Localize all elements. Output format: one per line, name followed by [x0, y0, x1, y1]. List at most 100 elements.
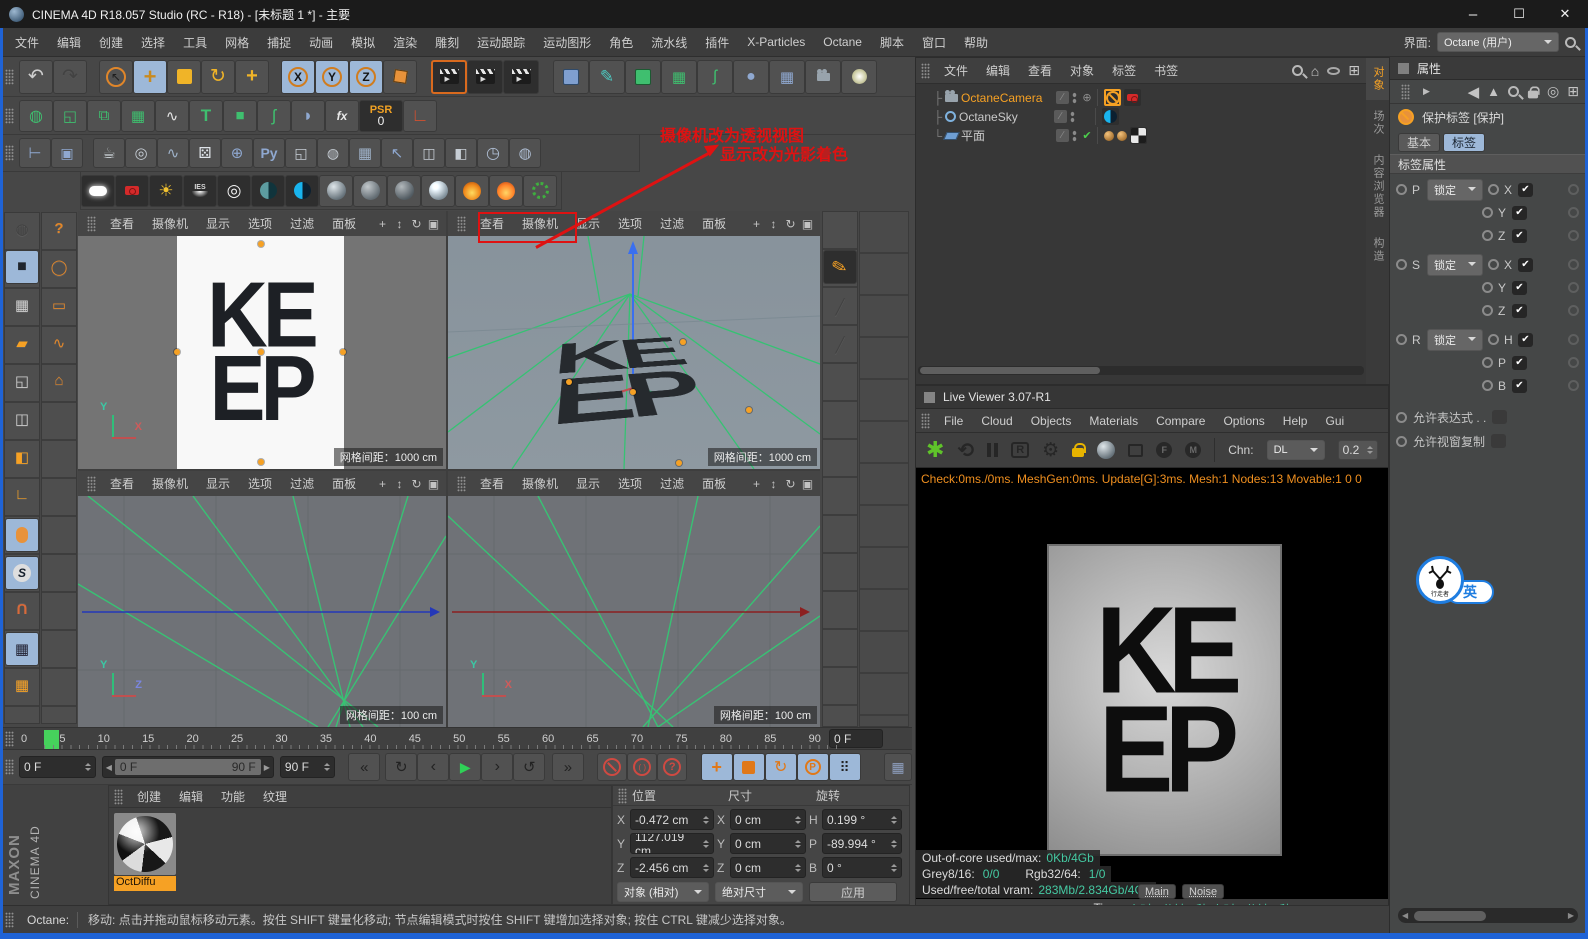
viewport-menu-item[interactable]: 显示 — [567, 475, 609, 492]
material-tag[interactable] — [1104, 130, 1114, 141]
clock-button[interactable]: ◷ — [477, 138, 509, 168]
apply-button[interactable]: 应用 — [809, 882, 897, 902]
globe-icon[interactable]: ◍ — [5, 220, 39, 238]
attr-hscrollbar[interactable]: ◀ ▶ — [1398, 908, 1578, 923]
object-row-octanecamera[interactable]: ├ OctaneCamera ∕ ⊕ — [916, 88, 1388, 107]
viewport-menu-item[interactable]: 摄像机 — [513, 475, 567, 492]
end-frame-field[interactable]: 90 F — [279, 756, 335, 778]
cluster-button[interactable]: ◍ — [317, 138, 349, 168]
viewport-right-view[interactable]: 查看摄像机显示选项过滤面板 + ↕ ↻ ▣ 右视图 — [78, 471, 446, 727]
view-rotate-icon[interactable]: ↻ — [408, 217, 425, 231]
scroll-thumb[interactable] — [1414, 910, 1486, 921]
cup-preset-button[interactable]: ☕ — [93, 138, 125, 168]
region-render-button[interactable]: R — [1011, 442, 1030, 458]
polygons-mode-icon[interactable]: ◧ — [5, 448, 39, 466]
add-layer-icon[interactable]: ⊞ — [1348, 62, 1360, 79]
rectangle-selection-icon[interactable]: ▭ — [42, 296, 76, 314]
visibility-dots[interactable] — [1070, 110, 1075, 123]
view-rotate-icon[interactable]: ↻ — [782, 217, 799, 231]
menu-item[interactable]: 选择 — [132, 34, 174, 51]
viewport-front-view[interactable]: 查看摄像机显示选项过滤面板 + ↕ ↻ ▣ 正视图 YX — [448, 471, 820, 727]
octane-camera-button[interactable] — [115, 174, 149, 207]
lv-menu-item[interactable]: Help — [1274, 414, 1317, 428]
next-frame-button[interactable]: › — [481, 753, 514, 781]
samples-field[interactable]: 0.2 — [1337, 440, 1378, 460]
rotate-tool[interactable]: ↻ — [201, 59, 235, 94]
enable-toggle[interactable]: ∕ — [1056, 91, 1069, 104]
timeline-ruler[interactable]: 0 5 10 15 20 25 30 35 40 45 50 55 60 65 70 75 80 85 90 0 F — [0, 727, 912, 750]
target-light-button[interactable]: ◎ — [217, 174, 251, 207]
start-frame-field[interactable]: 0 F — [19, 756, 96, 778]
add-camera-button[interactable] — [805, 59, 841, 94]
live-selection-icon[interactable]: ◯ — [42, 258, 76, 276]
lock-workplane-button[interactable]: ▦ — [5, 632, 39, 666]
connector-button[interactable]: ◧ — [445, 138, 477, 168]
key-position-button[interactable]: + — [700, 753, 733, 781]
render-settings-button[interactable] — [503, 59, 539, 94]
lv-menu-item[interactable]: Cloud — [972, 414, 1021, 428]
vdb-volume-button[interactable] — [455, 174, 489, 207]
octane-logo-icon[interactable]: ✱ — [926, 437, 944, 463]
viewport-menu-item[interactable]: 面板 — [323, 475, 365, 492]
ies-light-button[interactable]: IES — [183, 174, 217, 207]
matrix-button[interactable]: ▦ — [349, 138, 381, 168]
position-field[interactable]: -2.456 cm — [630, 857, 714, 878]
menu-item[interactable]: 运动图形 — [534, 34, 600, 51]
octane-sky-tag[interactable] — [1102, 108, 1119, 125]
area-light-button[interactable] — [81, 174, 115, 207]
view-rotate-icon[interactable]: ↻ — [408, 477, 425, 491]
pz-checkbox[interactable]: ✔ — [1512, 228, 1527, 243]
viewport-menu-item[interactable]: 过滤 — [281, 475, 323, 492]
axis-workplane-button[interactable]: ∟ — [403, 99, 437, 132]
main-pass-button[interactable]: Main — [1138, 884, 1176, 899]
viewport-menu-item[interactable]: 摄像机 — [143, 475, 197, 492]
py-checkbox[interactable]: ✔ — [1512, 205, 1527, 220]
viewport-menu-item[interactable]: 面板 — [693, 215, 735, 232]
snap-button[interactable]: S — [5, 556, 39, 590]
instance-button[interactable]: ◱ — [53, 99, 87, 132]
lv-menu-item[interactable]: Gui — [1316, 414, 1353, 428]
focus-picker-icon[interactable]: F — [1156, 442, 1173, 458]
r-mode-select[interactable]: 锁定 — [1427, 328, 1483, 351]
tab-structure[interactable]: 构造 — [1366, 229, 1390, 271]
add-deformer-button[interactable]: ʃ — [697, 59, 733, 94]
view-pan-icon[interactable]: ↕ — [765, 217, 782, 231]
view-pan-icon[interactable]: ↕ — [391, 477, 408, 491]
viewport-camera[interactable]: 查看摄像机显示选项过滤面板 + ↕ ↻ ▣ 透视视图 KEEP YX 网格间距：… — [78, 211, 446, 469]
view-maximize-icon[interactable]: ▣ — [799, 217, 816, 231]
viewport-menu-item[interactable]: 面板 — [323, 215, 365, 232]
python-button[interactable]: Py — [253, 138, 285, 168]
protection-tag[interactable] — [1104, 89, 1121, 106]
menu-item[interactable]: 动画 — [300, 34, 342, 51]
add-light-button[interactable] — [841, 59, 877, 94]
octane-environment-button[interactable] — [251, 174, 285, 207]
menu-item[interactable]: 捕捉 — [258, 34, 300, 51]
menu-item[interactable]: X-Particles — [738, 35, 814, 49]
lock-x-axis[interactable]: X — [281, 59, 315, 94]
scroll-left-icon[interactable]: ◀ — [1402, 911, 1408, 920]
spline-points-button[interactable]: ∿ — [155, 99, 189, 132]
rotation-field[interactable]: 0.199 ° — [822, 809, 902, 830]
edges-mode-icon[interactable]: ◫ — [5, 410, 39, 428]
menu-item[interactable]: 角色 — [600, 34, 642, 51]
add-array-button[interactable]: ▦ — [661, 59, 697, 94]
enable-toggle[interactable]: ∕ — [1054, 110, 1067, 123]
loop-button[interactable]: ↺ — [513, 753, 546, 781]
swirl-deform-button[interactable]: ʃ — [257, 99, 291, 132]
subdivide-button[interactable]: ◍ — [19, 99, 53, 132]
shuffle-button[interactable]: ◱ — [285, 138, 317, 168]
viewport-menu-item[interactable]: 显示 — [197, 475, 239, 492]
fire-volume-button[interactable] — [489, 174, 523, 207]
menu-item[interactable]: 模拟 — [342, 34, 384, 51]
points-mode-icon[interactable]: ◱ — [5, 372, 39, 390]
prev-frame-button[interactable]: ‹ — [417, 753, 450, 781]
size-field[interactable]: 0 cm — [730, 833, 806, 854]
render-view-button[interactable] — [431, 59, 467, 94]
material-menu-item[interactable]: 创建 — [128, 788, 170, 805]
material-name-label[interactable]: OctDiffu — [114, 876, 176, 891]
polygon-selection-icon[interactable]: ⌂ — [42, 372, 76, 389]
coord-mode-select[interactable]: 对象 (相对) — [617, 882, 709, 902]
ime-logo[interactable]: 行走者 — [1416, 556, 1464, 604]
add-environment-button[interactable]: ● — [733, 59, 769, 94]
effector-button[interactable]: ↖ — [381, 138, 413, 168]
